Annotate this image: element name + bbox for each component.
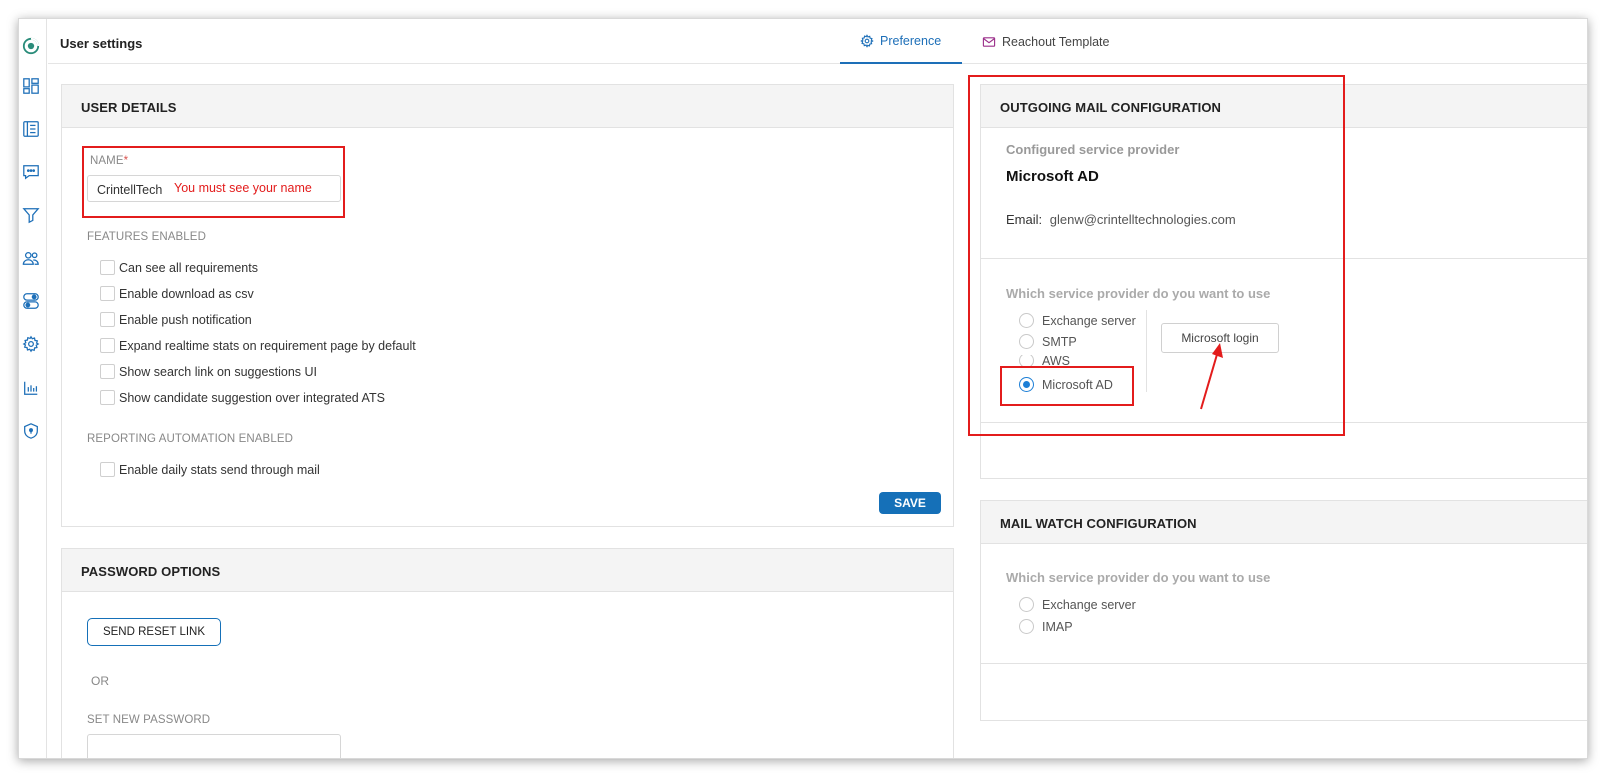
mail-watch-card: MAIL WATCH CONFIGURATION Which service p…: [980, 500, 1587, 721]
checkbox[interactable]: [100, 390, 115, 405]
radio-button[interactable]: [1019, 619, 1034, 634]
tab-reachout-template[interactable]: Reachout Template: [982, 19, 1142, 64]
radio-imap[interactable]: IMAP: [1019, 619, 1073, 634]
feature-checkbox[interactable]: Show search link on suggestions UI: [100, 364, 317, 379]
shield-icon[interactable]: [21, 421, 41, 441]
new-password-label: SET NEW PASSWORD: [87, 714, 211, 726]
red-arrow-icon: [1200, 343, 1223, 410]
feature-checkbox[interactable]: Can see all requirements: [100, 260, 258, 275]
feature-checkbox[interactable]: Enable download as csv: [100, 286, 254, 301]
divider: [981, 663, 1587, 664]
card-title: PASSWORD OPTIONS: [62, 549, 953, 592]
highlight-box-microsoft-ad: [1000, 366, 1134, 406]
radio-exchange-server[interactable]: Exchange server: [1019, 597, 1136, 612]
app-window: User settings Preference Reachout Templa…: [18, 18, 1588, 759]
or-label: OR: [91, 674, 110, 688]
checkbox[interactable]: [100, 260, 115, 275]
checkbox[interactable]: [100, 286, 115, 301]
chat-icon[interactable]: [21, 162, 41, 182]
save-button[interactable]: SAVE: [879, 492, 941, 514]
radio-button[interactable]: [1019, 597, 1034, 612]
page-title: User settings: [60, 36, 143, 51]
checkbox[interactable]: [100, 462, 115, 477]
send-reset-link-button[interactable]: SEND RESET LINK: [87, 618, 221, 646]
logo-icon[interactable]: [21, 36, 41, 56]
filter-icon[interactable]: [21, 205, 41, 225]
tab-preference[interactable]: Preference: [840, 19, 962, 64]
tab-label: Preference: [880, 33, 942, 48]
mail-icon: [982, 35, 996, 49]
checkbox[interactable]: [100, 312, 115, 327]
tab-label: Reachout Template: [1002, 34, 1110, 49]
top-bar: User settings Preference Reachout Templa…: [48, 19, 1587, 64]
checkbox[interactable]: [100, 364, 115, 379]
dashboard-icon[interactable]: [21, 76, 41, 96]
card-title: MAIL WATCH CONFIGURATION: [981, 501, 1587, 544]
card-title: USER DETAILS: [62, 85, 953, 128]
feature-checkbox[interactable]: Expand realtime stats on requirement pag…: [100, 338, 416, 353]
new-password-field[interactable]: [87, 734, 341, 758]
reporting-checkbox[interactable]: Enable daily stats send through mail: [100, 462, 320, 477]
checkbox[interactable]: [100, 338, 115, 353]
settings-icon[interactable]: [21, 334, 41, 354]
bar-chart-icon[interactable]: [21, 378, 41, 398]
highlight-box: [82, 146, 345, 218]
toggle-icon[interactable]: [21, 291, 41, 311]
user-details-card: USER DETAILS NAME* CrintellTech You must…: [61, 84, 954, 527]
provider-question: Which service provider do you want to us…: [1006, 570, 1271, 585]
features-label: FEATURES ENABLED: [87, 231, 206, 243]
feature-checkbox[interactable]: Enable push notification: [100, 312, 252, 327]
gear-icon: [860, 33, 874, 48]
users-icon[interactable]: [21, 248, 41, 268]
feature-checkbox[interactable]: Show candidate suggestion over integrate…: [100, 390, 385, 405]
sidebar: [19, 19, 47, 758]
reporting-label: REPORTING AUTOMATION ENABLED: [87, 433, 294, 445]
password-options-card: PASSWORD OPTIONS SEND RESET LINK OR SET …: [61, 548, 954, 758]
list-icon[interactable]: [21, 119, 41, 139]
